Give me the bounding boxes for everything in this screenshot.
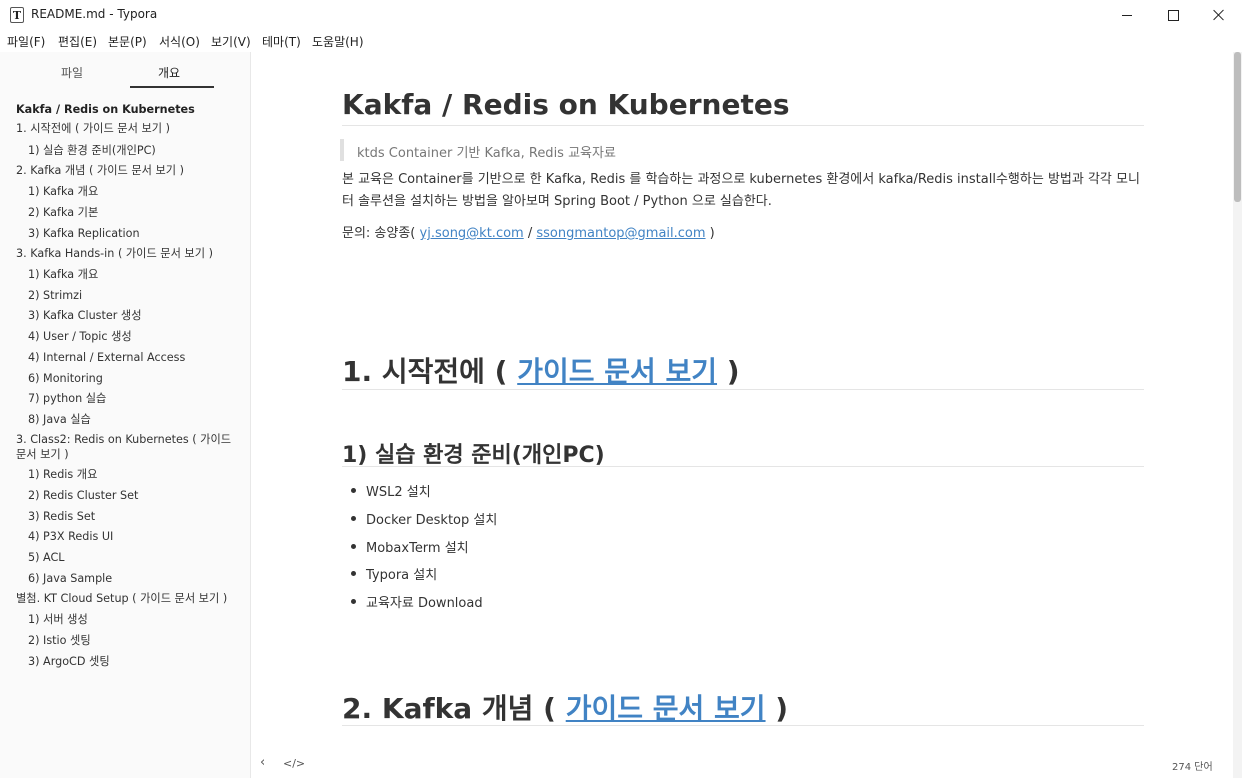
menu-bar: 파일(F) 편집(E) 본문(P) 서식(O) 보기(V) 테마(T) 도움말(… [0, 30, 1242, 52]
list-item: WSL2 설치 [351, 481, 431, 500]
intro-paragraph: 본 교육은 Container를 기반으로 한 Kafka, Redis 를 학… [342, 172, 1140, 209]
section-heading-2: 2. Kafka 개념 ( 가이드 문서 보기 ) [342, 687, 788, 727]
vertical-scrollbar[interactable] [1233, 52, 1242, 778]
list-item: Docker Desktop 설치 [350, 509, 497, 528]
outline-item[interactable]: 2) Strimzi [28, 288, 82, 303]
outline-item[interactable]: 1) 서버 생성 [28, 612, 88, 627]
maximize-button[interactable] [1150, 0, 1196, 30]
outline-item[interactable]: 4) User / Topic 생성 [28, 329, 132, 344]
section-heading-suffix: ) [717, 355, 740, 388]
title-bar: T README.md - Typora [0, 0, 1242, 30]
outline-item[interactable]: 2) Kafka 기본 [28, 205, 98, 220]
list-item: MobaxTerm 설치 [351, 537, 469, 556]
menu-file[interactable]: 파일(F) [7, 33, 45, 50]
guide-doc-link[interactable]: 가이드 문서 보기 [517, 355, 717, 388]
document-title: Kakfa / Redis on Kubernetes [342, 88, 790, 121]
email-link-2[interactable]: ssongmantop@gmail.com [536, 226, 705, 241]
contact-separator: / [523, 226, 537, 241]
outline-item[interactable]: 1) Kafka 개요 [28, 184, 98, 199]
heading-divider [342, 725, 1144, 726]
sidebar: 파일 개요 Kakfa / Redis on Kubernetes 1. 시작전… [0, 52, 251, 778]
scrollbar-thumb[interactable] [1234, 52, 1241, 202]
outline-item[interactable]: 6) Monitoring [28, 371, 103, 386]
list-item: 교육자료 Download [351, 592, 483, 611]
subsection-heading: 1) 실습 환경 준비(개인PC) [342, 443, 605, 468]
word-count[interactable]: 274 단어 [1172, 758, 1213, 773]
typora-app-icon: T [10, 7, 24, 23]
active-tab-indicator [130, 86, 214, 88]
outline-item[interactable]: 7) python 실습 [28, 391, 106, 406]
outline-item[interactable]: 3) Redis Set [28, 509, 95, 524]
outline-item[interactable]: 3. Kafka Hands-in ( 가이드 문서 보기 ) [16, 246, 213, 261]
outline-item[interactable]: 4) P3X Redis UI [28, 529, 113, 544]
status-bar: ‹ </> 274 단어 [250, 748, 1228, 778]
close-button[interactable] [1196, 0, 1242, 30]
minimize-button[interactable] [1104, 0, 1150, 30]
menu-paragraph[interactable]: 본문(P) [108, 33, 147, 50]
editor-area[interactable]: Kakfa / Redis on Kubernetes ktds Contain… [251, 52, 1233, 748]
outline-item[interactable]: 4) Internal / External Access [28, 350, 185, 365]
contact-prefix: 문의: 송양종( [342, 226, 416, 241]
outline-item[interactable]: 1) Redis 개요 [28, 467, 97, 482]
contact-suffix: ) [705, 226, 715, 241]
outline-item[interactable]: 3) ArgoCD 셋팅 [28, 654, 110, 669]
chevron-left-icon[interactable]: ‹ [260, 755, 265, 770]
tab-outline[interactable]: 개요 [158, 64, 180, 81]
outline-item[interactable]: 2) Redis Cluster Set [28, 488, 138, 503]
outline-item[interactable]: 6) Java Sample [28, 571, 112, 586]
outline-item[interactable]: 5) ACL [28, 550, 65, 565]
email-link-1[interactable]: yj.song@kt.com [420, 226, 524, 241]
section-heading-suffix: ) [765, 692, 789, 725]
list-item: Typora 설치 [350, 564, 437, 583]
minimize-icon [1122, 14, 1132, 16]
section-heading-text: 1. 시작전에 ( [342, 355, 518, 388]
section-heading-1: 1. 시작전에 ( 가이드 문서 보기 ) [342, 350, 740, 390]
heading-divider [342, 125, 1144, 126]
contact-paragraph: 문의: 송양종( yj.song@kt.com / ssongmantop@gm… [342, 223, 1142, 245]
outline-item[interactable]: 3. Class2: Redis on Kubernetes ( 가이드 문서 … [16, 432, 236, 462]
blockquote-text: ktds Container 기반 Kafka, Redis 교육자료 [357, 146, 616, 161]
outline-item[interactable]: 8) Java 실습 [28, 412, 91, 427]
menu-view[interactable]: 보기(V) [211, 33, 251, 50]
menu-edit[interactable]: 편집(E) [58, 33, 97, 50]
close-icon [1213, 9, 1225, 21]
outline-item[interactable]: 2. Kafka 개념 ( 가이드 문서 보기 ) [16, 163, 184, 178]
outline-item[interactable]: 1) 실습 환경 준비(개인PC) [28, 143, 156, 158]
menu-help[interactable]: 도움말(H) [312, 33, 364, 50]
outline-item[interactable]: 3) Kafka Replication [28, 226, 140, 241]
section-heading-text: 2. Kafka 개념 ( [342, 692, 566, 725]
outline-item[interactable]: 2) Istio 셋팅 [28, 633, 91, 648]
menu-theme[interactable]: 테마(T) [262, 33, 301, 50]
outline-item[interactable]: 별첨. KT Cloud Setup ( 가이드 문서 보기 ) [16, 591, 227, 606]
blockquote-bar [340, 139, 344, 161]
heading-divider [342, 389, 1144, 390]
outline-item[interactable]: 3) Kafka Cluster 생성 [28, 308, 142, 323]
menu-format[interactable]: 서식(O) [159, 33, 200, 50]
outline-item[interactable]: Kakfa / Redis on Kubernetes [16, 102, 195, 117]
heading-divider [342, 466, 1144, 467]
outline-item[interactable]: 1) Kafka 개요 [28, 267, 98, 282]
code-icon[interactable]: </> [283, 757, 305, 770]
tab-files[interactable]: 파일 [61, 64, 83, 81]
outline-item[interactable]: 1. 시작전에 ( 가이드 문서 보기 ) [16, 121, 170, 136]
window-title: README.md - Typora [31, 7, 158, 21]
maximize-icon [1167, 9, 1179, 21]
guide-doc-link[interactable]: 가이드 문서 보기 [566, 692, 766, 725]
